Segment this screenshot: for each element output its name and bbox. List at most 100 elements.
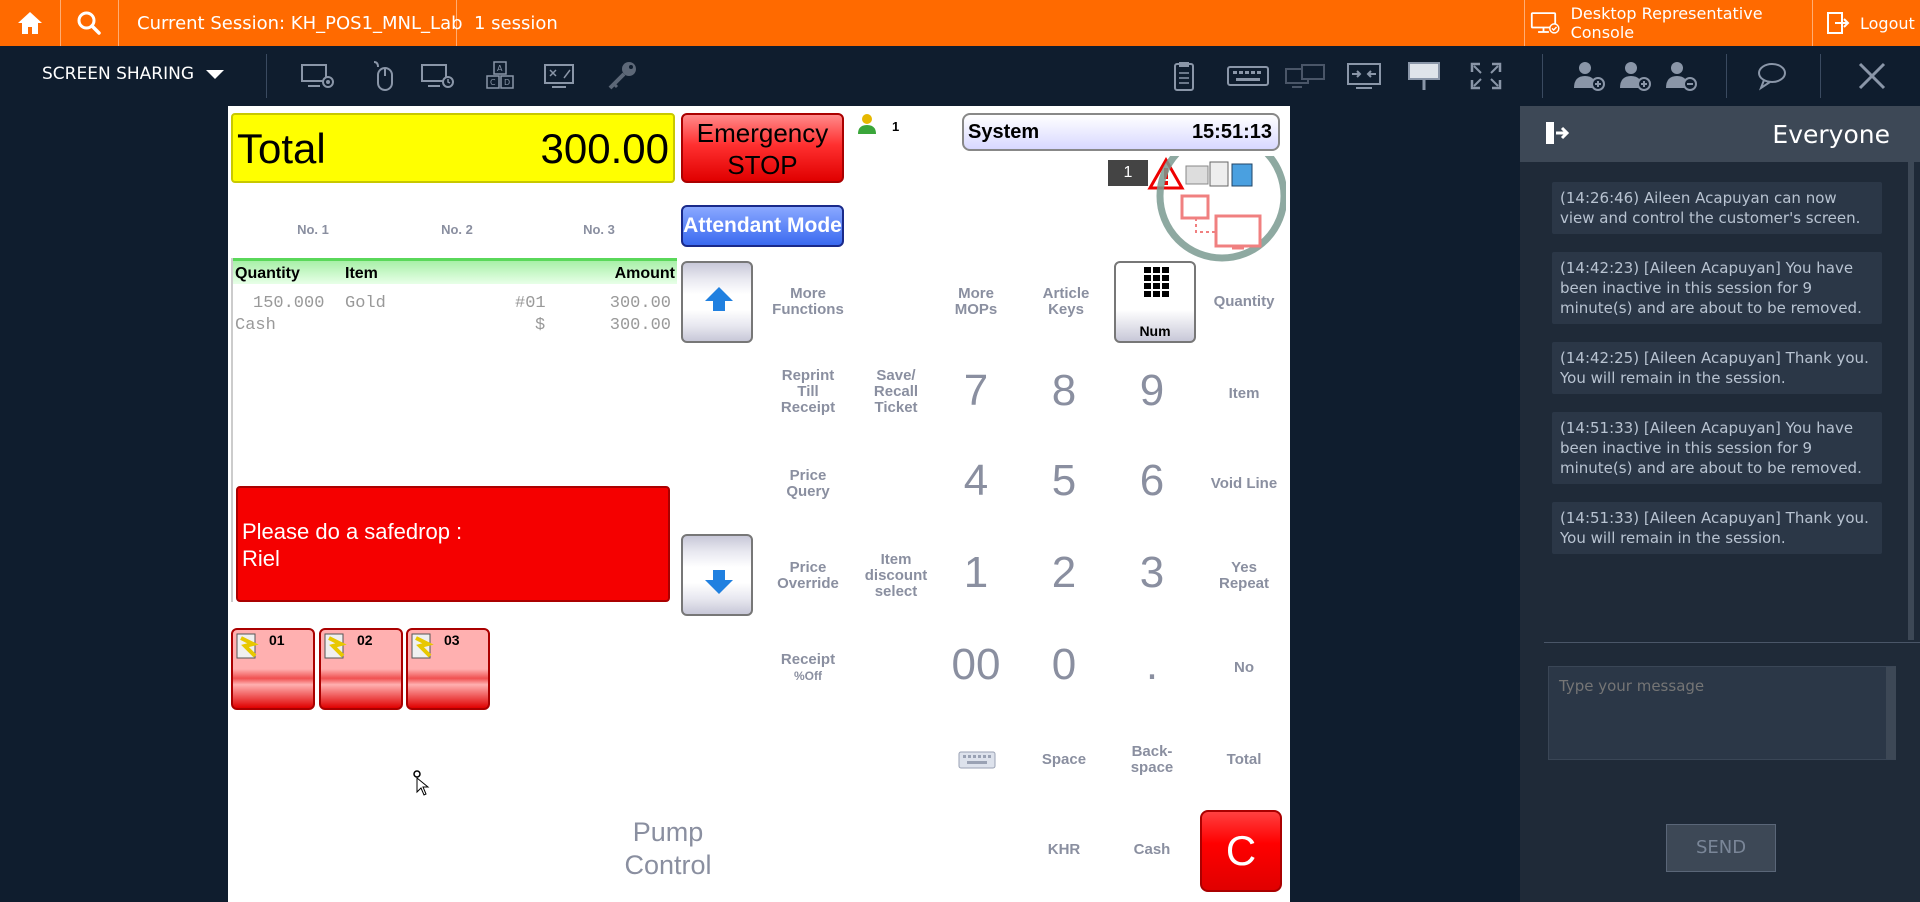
clipboard-tool[interactable] bbox=[1166, 60, 1202, 92]
tab-no-1[interactable]: No. 1 bbox=[268, 222, 358, 238]
backspace-button[interactable]: Back-space bbox=[1112, 744, 1192, 776]
screen-sharing-dropdown[interactable]: SCREEN SHARING bbox=[42, 64, 226, 84]
scroll-up-button[interactable] bbox=[681, 261, 753, 343]
invite-user-tool[interactable] bbox=[1572, 60, 1608, 92]
screen-history-tool[interactable] bbox=[420, 60, 456, 92]
svg-text:D: D bbox=[504, 78, 510, 87]
receipt-off-button[interactable]: Receipt %Off bbox=[758, 652, 858, 684]
cursor-icon bbox=[413, 770, 430, 796]
key-7[interactable]: 7 bbox=[946, 366, 1006, 416]
pump-03[interactable]: 03 bbox=[406, 628, 490, 710]
no-button[interactable]: No bbox=[1198, 660, 1290, 676]
key-00[interactable]: 00 bbox=[936, 640, 1016, 690]
attendant-mode-button[interactable]: Attendant Mode bbox=[681, 205, 844, 247]
pump-number: 03 bbox=[444, 632, 460, 648]
logout-icon bbox=[1827, 12, 1850, 34]
logout-label: Logout bbox=[1860, 13, 1915, 33]
remote-control-tool[interactable] bbox=[366, 60, 402, 92]
save-recall-ticket-button[interactable]: Save/Recall Ticket bbox=[846, 368, 946, 416]
chat-message-input[interactable] bbox=[1548, 666, 1896, 760]
item-discount-button[interactable]: Item discount select bbox=[846, 552, 946, 600]
pump-02[interactable]: 02 bbox=[319, 628, 403, 710]
chat-panel: Everyone (14:26:46) Aileen Acapuyan can … bbox=[1520, 106, 1920, 902]
remote-screen-tool[interactable] bbox=[300, 60, 336, 92]
scroll-down-button[interactable] bbox=[681, 534, 753, 616]
key-2[interactable]: 2 bbox=[1034, 548, 1094, 598]
transfer-user-tool[interactable] bbox=[1618, 60, 1654, 92]
credentials-tool[interactable] bbox=[604, 60, 640, 92]
pin-screen-tool[interactable] bbox=[1406, 60, 1442, 92]
pump-01[interactable]: 01 bbox=[231, 628, 315, 710]
reprint-receipt-button[interactable]: Reprint Till Receipt bbox=[758, 368, 858, 416]
key-6[interactable]: 6 bbox=[1122, 456, 1182, 506]
key-0[interactable]: 0 bbox=[1034, 640, 1094, 690]
keyboard-icon bbox=[1227, 66, 1269, 86]
chat-message: (14:51:33) [Aileen Acapuyan] Thank you. … bbox=[1552, 502, 1882, 554]
clipboard-icon bbox=[1174, 62, 1194, 91]
emergency-stop-button[interactable]: Emergency STOP bbox=[681, 113, 844, 183]
chat-divider bbox=[1544, 642, 1920, 643]
key-decimal[interactable]: . bbox=[1122, 640, 1182, 690]
pump-control-line1: Pump bbox=[632, 817, 704, 847]
current-session-label: Current Session: KH_POS1_MNL_Lab bbox=[137, 12, 463, 34]
line-qty: Cash bbox=[235, 316, 276, 335]
fullscreen-tool[interactable] bbox=[1468, 60, 1504, 92]
keyboard-button[interactable] bbox=[958, 750, 996, 775]
multi-monitor-tool[interactable] bbox=[1284, 60, 1328, 92]
quantity-button[interactable]: Quantity bbox=[1198, 294, 1290, 310]
void-line-button[interactable]: Void Line bbox=[1198, 476, 1290, 492]
remove-user-tool[interactable] bbox=[1664, 60, 1700, 92]
line-ref: #01 bbox=[515, 294, 546, 313]
pump-nozzle-icon bbox=[324, 633, 347, 659]
more-functions-button[interactable]: More Functions bbox=[758, 286, 858, 318]
tab-no-3[interactable]: No. 3 bbox=[554, 222, 644, 238]
send-keys-tool[interactable]: ACD bbox=[484, 60, 520, 92]
clear-button[interactable]: C bbox=[1200, 810, 1282, 892]
keyboard-icon bbox=[958, 751, 996, 769]
fit-screen-tool[interactable] bbox=[1346, 60, 1382, 92]
khr-button[interactable]: KHR bbox=[1034, 842, 1094, 858]
space-button[interactable]: Space bbox=[1034, 752, 1094, 768]
exit-chat-icon[interactable] bbox=[1544, 120, 1570, 146]
key-8[interactable]: 8 bbox=[1034, 366, 1094, 416]
send-button[interactable]: SEND bbox=[1666, 824, 1776, 872]
price-query-button[interactable]: Price Query bbox=[758, 468, 858, 500]
key-9[interactable]: 9 bbox=[1122, 366, 1182, 416]
total-button[interactable]: Total bbox=[1198, 752, 1290, 768]
chat-title: Everyone bbox=[1772, 120, 1890, 149]
price-override-button[interactable]: Price Override bbox=[758, 560, 858, 592]
tab-no-2[interactable]: No. 2 bbox=[412, 222, 502, 238]
pump-control-line2: Control bbox=[624, 850, 712, 880]
header-amount: Amount bbox=[614, 265, 675, 282]
remote-screen[interactable]: Total 300.00 Emergency STOP 1 System 15:… bbox=[228, 106, 1290, 902]
emergency-line1: Emergency bbox=[696, 118, 829, 148]
search-button[interactable] bbox=[60, 0, 118, 46]
key-1[interactable]: 1 bbox=[946, 548, 1006, 598]
pump-control-button[interactable]: Pump Control bbox=[608, 816, 728, 882]
monitor-pin-icon bbox=[1408, 62, 1440, 90]
yes-repeat-button[interactable]: Yes Repeat bbox=[1198, 560, 1290, 592]
chat-message: (14:51:33) [Aileen Acapuyan] You have be… bbox=[1552, 412, 1882, 484]
num-button[interactable]: Num bbox=[1114, 261, 1196, 343]
chat-tool[interactable] bbox=[1756, 60, 1792, 92]
key-3[interactable]: 3 bbox=[1122, 548, 1182, 598]
chat-scrollbar[interactable] bbox=[1908, 106, 1914, 640]
close-session-button[interactable] bbox=[1854, 60, 1890, 92]
cash-button[interactable]: Cash bbox=[1122, 842, 1182, 858]
total-display: Total 300.00 bbox=[231, 113, 675, 183]
arrow-down-icon bbox=[705, 570, 733, 594]
logout-button[interactable]: Logout bbox=[1826, 0, 1920, 46]
key-4[interactable]: 4 bbox=[946, 456, 1006, 506]
fullscreen-icon bbox=[1470, 62, 1502, 90]
line-amount: 300.00 bbox=[609, 316, 671, 335]
screen-blank-tool[interactable] bbox=[542, 60, 578, 92]
home-button[interactable] bbox=[0, 0, 60, 46]
home-icon bbox=[18, 12, 42, 34]
chat-header: Everyone bbox=[1520, 106, 1920, 162]
desktop-console-button[interactable]: Desktop Representative Console bbox=[1530, 0, 1805, 46]
article-keys-button[interactable]: Article Keys bbox=[1026, 286, 1106, 318]
item-button[interactable]: Item bbox=[1198, 386, 1290, 402]
key-5[interactable]: 5 bbox=[1034, 456, 1094, 506]
keyboard-tool[interactable] bbox=[1226, 60, 1270, 92]
more-mops-button[interactable]: More MOPs bbox=[946, 286, 1006, 318]
